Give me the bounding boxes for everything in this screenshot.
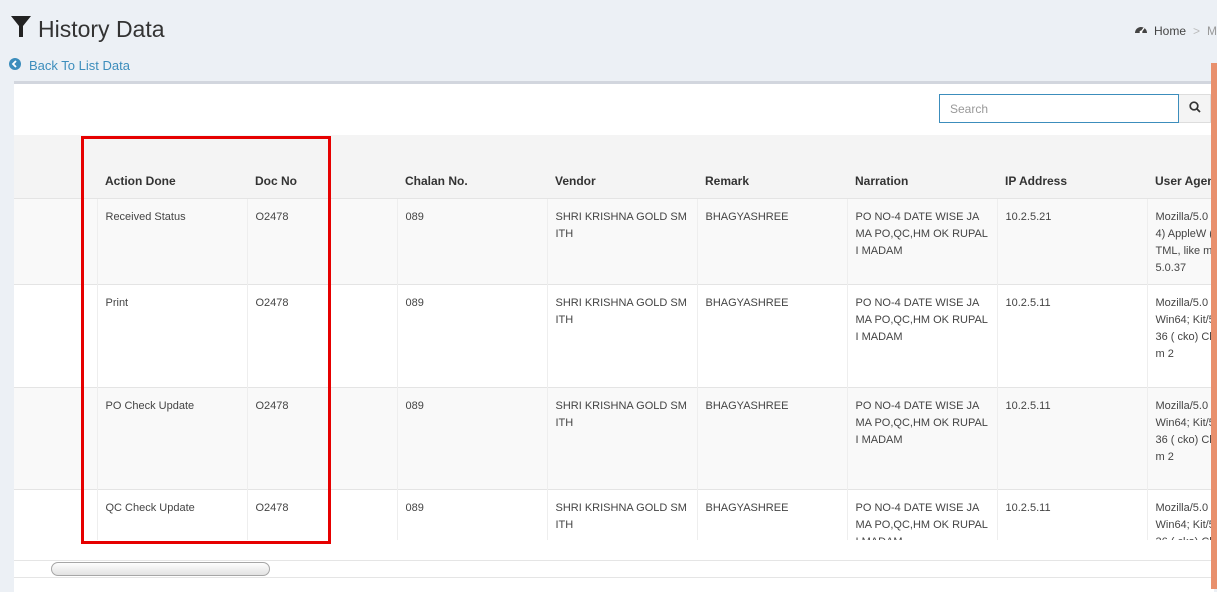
search-icon [1188,100,1201,118]
cell-narration: PO NO-4 DATE WISE JAMA PO,QC,HM OK RUPAL… [846,198,997,285]
cell-blank [14,489,97,540]
breadcrumb-separator: > [1193,23,1201,38]
cell-blank [14,284,97,388]
column-header-chalan-no[interactable]: Chalan No. [397,135,547,199]
scrollbar-thumb[interactable] [51,562,270,576]
side-scroll-indicator [1211,63,1217,589]
column-header-narration[interactable]: Narration [847,135,997,199]
cell-user-agent: Mozilla/5.0 6.3; Win64; Kit/537.36 ( cko… [1146,387,1214,490]
table-row: Print O2478 089 SHRI KRISHNA GOLD SMITH … [14,284,1214,388]
cell-doc-no: O2478 [246,284,397,388]
column-header-vendor[interactable]: Vendor [547,135,697,199]
cell-vendor: SHRI KRISHNA GOLD SMITH [546,284,697,388]
cell-narration: PO NO-4 DATE WISE JAMA PO,QC,HM OK RUPAL… [846,489,997,540]
page-title: History Data [10,14,165,44]
search-button[interactable] [1179,94,1211,123]
breadcrumb-item[interactable]: Ma [1207,24,1217,38]
cell-action-done: Print [96,284,247,388]
breadcrumb: Home > Ma [1134,23,1217,38]
cell-remark: BHAGYASHREE [696,387,847,490]
column-header-ip-address[interactable]: IP Address [997,135,1147,199]
cell-chalan-no: 089 [396,284,547,388]
chevron-circle-left-icon [9,58,21,73]
cell-user-agent: Mozilla/5.0 _64) AppleW (KHTML, like me/… [1146,198,1214,285]
cell-doc-no: O2478 [246,198,397,285]
cell-ip-address: 10.2.5.21 [996,198,1147,285]
page-title-text: History Data [38,15,165,42]
history-box: Action Done Doc No Chalan No. Vendor Rem… [14,81,1214,592]
search-input[interactable] [939,94,1179,123]
filter-icon [10,15,32,44]
history-table-wrapper[interactable]: Action Done Doc No Chalan No. Vendor Rem… [14,135,1214,540]
cell-remark: BHAGYASHREE [696,284,847,388]
back-link-label: Back To List Data [29,58,130,73]
cell-ip-address: 10.2.5.11 [996,284,1147,388]
cell-chalan-no: 089 [396,198,547,285]
cell-action-done: PO Check Update [96,387,247,490]
column-header-action-done[interactable]: Action Done [97,135,247,199]
cell-remark: BHAGYASHREE [696,198,847,285]
cell-user-agent: Mozilla/5.0 6.3; Win64; Kit/537.36 ( cko… [1146,284,1214,388]
cell-user-agent: Mozilla/5.0 6.3; Win64; Kit/537.36 ( cko… [1146,489,1214,540]
cell-chalan-no: 089 [396,387,547,490]
table-row: QC Check Update O2478 089 SHRI KRISHNA G… [14,489,1214,540]
history-table: Action Done Doc No Chalan No. Vendor Rem… [14,135,1214,540]
table-header-row: Action Done Doc No Chalan No. Vendor Rem… [14,135,1214,199]
cell-ip-address: 10.2.5.11 [996,387,1147,490]
horizontal-scrollbar[interactable] [14,560,1214,578]
column-header-doc-no[interactable]: Doc No [247,135,397,199]
table-row: Received Status O2478 089 SHRI KRISHNA G… [14,198,1214,285]
cell-blank [14,387,97,490]
cell-ip-address: 10.2.5.11 [996,489,1147,540]
cell-vendor: SHRI KRISHNA GOLD SMITH [546,387,697,490]
cell-remark: BHAGYASHREE [696,489,847,540]
table-row: PO Check Update O2478 089 SHRI KRISHNA G… [14,387,1214,490]
cell-vendor: SHRI KRISHNA GOLD SMITH [546,489,697,540]
breadcrumb-home[interactable]: Home [1154,24,1186,38]
cell-doc-no: O2478 [246,489,397,540]
column-header-user-agent[interactable]: User Agent [1147,135,1214,199]
column-header-remark[interactable]: Remark [697,135,847,199]
cell-action-done: QC Check Update [96,489,247,540]
cell-vendor: SHRI KRISHNA GOLD SMITH [546,198,697,285]
cell-narration: PO NO-4 DATE WISE JAMA PO,QC,HM OK RUPAL… [846,284,997,388]
search-bar [939,94,1214,123]
cell-action-done: Received Status [96,198,247,285]
cell-chalan-no: 089 [396,489,547,540]
cell-narration: PO NO-4 DATE WISE JAMA PO,QC,HM OK RUPAL… [846,387,997,490]
back-to-list-link[interactable]: Back To List Data [9,58,130,73]
cell-blank [14,198,97,285]
dashboard-icon [1134,23,1148,38]
cell-doc-no: O2478 [246,387,397,490]
column-header-blank [14,135,97,199]
